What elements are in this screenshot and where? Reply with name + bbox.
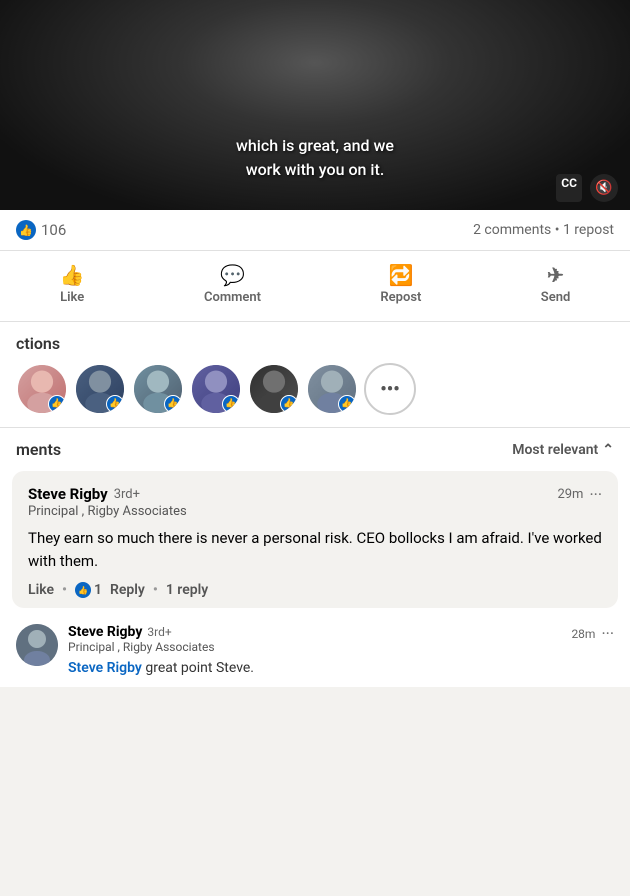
like-count: 106 xyxy=(41,221,66,239)
comments-count: 2 comments xyxy=(473,222,551,238)
like-button[interactable]: 👍 Like xyxy=(44,255,101,313)
avatar-like-badge-2: 👍 xyxy=(106,395,124,413)
comment-repost-stats: 2 comments • 1 repost xyxy=(473,222,614,238)
like-action-icon: 👍 xyxy=(60,263,85,287)
reply-more-button[interactable]: ··· xyxy=(601,624,614,643)
avatar-like-badge-6: 👍 xyxy=(338,395,356,413)
reply-content-1: Steve Rigby 3rd+ Principal , Rigby Assoc… xyxy=(68,624,614,679)
video-player[interactable]: which is great, and we work with you on … xyxy=(0,0,630,210)
reaction-avatar-5[interactable]: 👍 xyxy=(248,363,300,415)
reaction-avatar-6[interactable]: 👍 xyxy=(306,363,358,415)
commenter-name-1: Steve Rigby xyxy=(28,485,108,503)
reply-header-1: Steve Rigby 3rd+ Principal , Rigby Assoc… xyxy=(68,624,614,654)
reply-time: 28m xyxy=(571,627,595,641)
commenter-title-1: Principal , Rigby Associates xyxy=(28,504,187,519)
reply-text-content: great point Steve. xyxy=(142,660,254,676)
post-stats-bar: 👍 106 2 comments • 1 repost xyxy=(0,210,630,251)
reaction-avatar-3[interactable]: 👍 xyxy=(132,363,184,415)
like-label: Like xyxy=(60,290,84,305)
reply-author-degree: 3rd+ xyxy=(147,625,171,639)
reaction-avatar-2[interactable]: 👍 xyxy=(74,363,126,415)
video-controls: CC 🔇 xyxy=(556,174,618,202)
comment-action-icon: 💬 xyxy=(220,263,245,287)
reply-author-info: Steve Rigby 3rd+ Principal , Rigby Assoc… xyxy=(68,624,215,654)
cc-button[interactable]: CC xyxy=(556,174,582,202)
reactions-title: ctions xyxy=(16,334,614,353)
comment-actions-1: Like • 👍 1 Reply • 1 reply xyxy=(28,582,602,598)
reply-name-row: Steve Rigby 3rd+ xyxy=(68,624,215,640)
view-replies-button-1[interactable]: 1 reply xyxy=(166,582,208,598)
reaction-avatar-4[interactable]: 👍 xyxy=(190,363,242,415)
comment-more-button-1[interactable]: ··· xyxy=(589,485,602,504)
separator-2: • xyxy=(153,582,158,598)
comment-like-icon-1: 👍 xyxy=(75,582,91,598)
comment-like-count-1: 👍 1 xyxy=(75,582,102,598)
commenter-info-1: Steve Rigby 3rd+ Principal , Rigby Assoc… xyxy=(28,485,187,519)
comment-button[interactable]: 💬 Comment xyxy=(188,255,277,313)
sort-button[interactable]: Most relevant ⌃ xyxy=(512,442,614,458)
comment-card-1: Steve Rigby 3rd+ Principal , Rigby Assoc… xyxy=(12,471,618,608)
like-icon: 👍 xyxy=(16,220,36,240)
like-stats: 👍 106 xyxy=(16,220,66,240)
video-subtitles: which is great, and we work with you on … xyxy=(236,134,394,182)
reply-button-1[interactable]: Reply xyxy=(110,582,145,598)
more-reactions-button[interactable]: ••• xyxy=(364,363,416,415)
avatar-like-badge-5: 👍 xyxy=(280,395,298,413)
reply-container-1: Steve Rigby 3rd+ Principal , Rigby Assoc… xyxy=(0,616,630,687)
repost-count: 1 repost xyxy=(563,222,614,238)
sort-label: Most relevant xyxy=(512,442,598,458)
chevron-up-icon: ⌃ xyxy=(602,442,614,458)
repost-action-icon: 🔁 xyxy=(388,263,413,287)
reactions-avatars: 👍 👍 👍 👍 👍 xyxy=(16,363,614,415)
repost-label: Repost xyxy=(380,290,421,305)
reaction-avatar-1[interactable]: 👍 xyxy=(16,363,68,415)
send-button[interactable]: ✈ Send xyxy=(525,255,587,313)
commenter-degree-1: 3rd+ xyxy=(114,487,140,502)
avatar-like-badge-3: 👍 xyxy=(164,395,182,413)
reply-avatar-1 xyxy=(16,624,58,666)
like-count-1: 1 xyxy=(94,582,102,598)
comment-text-1: They earn so much there is never a perso… xyxy=(28,527,602,572)
reply-mention[interactable]: Steve Rigby xyxy=(68,660,142,676)
reply-meta-right: 28m ··· xyxy=(571,624,614,643)
more-reactions-icon: ••• xyxy=(380,379,399,400)
comment-meta-right-1: 29m ··· xyxy=(557,485,602,504)
separator: • xyxy=(555,222,560,238)
reply-author-name: Steve Rigby xyxy=(68,624,142,640)
send-action-icon: ✈ xyxy=(547,263,564,287)
comment-header-1: Steve Rigby 3rd+ Principal , Rigby Assoc… xyxy=(28,485,602,519)
comment-like-button-1[interactable]: Like xyxy=(28,582,54,598)
action-bar: 👍 Like 💬 Comment 🔁 Repost ✈ Send xyxy=(0,251,630,322)
avatar-like-badge-4: 👍 xyxy=(222,395,240,413)
reactions-section: ctions 👍 👍 👍 👍 xyxy=(0,322,630,428)
separator-1: • xyxy=(62,582,67,598)
reply-author-job: Principal , Rigby Associates xyxy=(68,640,215,654)
mute-button[interactable]: 🔇 xyxy=(590,174,618,202)
comment-time-1: 29m xyxy=(557,487,583,502)
send-label: Send xyxy=(541,290,571,305)
repost-button[interactable]: 🔁 Repost xyxy=(364,255,437,313)
comments-section: ments Most relevant ⌃ Steve Rigby 3rd+ P… xyxy=(0,428,630,687)
comments-title: ments xyxy=(16,440,61,459)
avatar-like-badge-1: 👍 xyxy=(48,395,66,413)
comments-header: ments Most relevant ⌃ xyxy=(0,428,630,467)
reply-text: Steve Rigby great point Steve. xyxy=(68,658,614,679)
commenter-name-row-1: Steve Rigby 3rd+ xyxy=(28,485,187,503)
comment-label: Comment xyxy=(204,290,261,305)
